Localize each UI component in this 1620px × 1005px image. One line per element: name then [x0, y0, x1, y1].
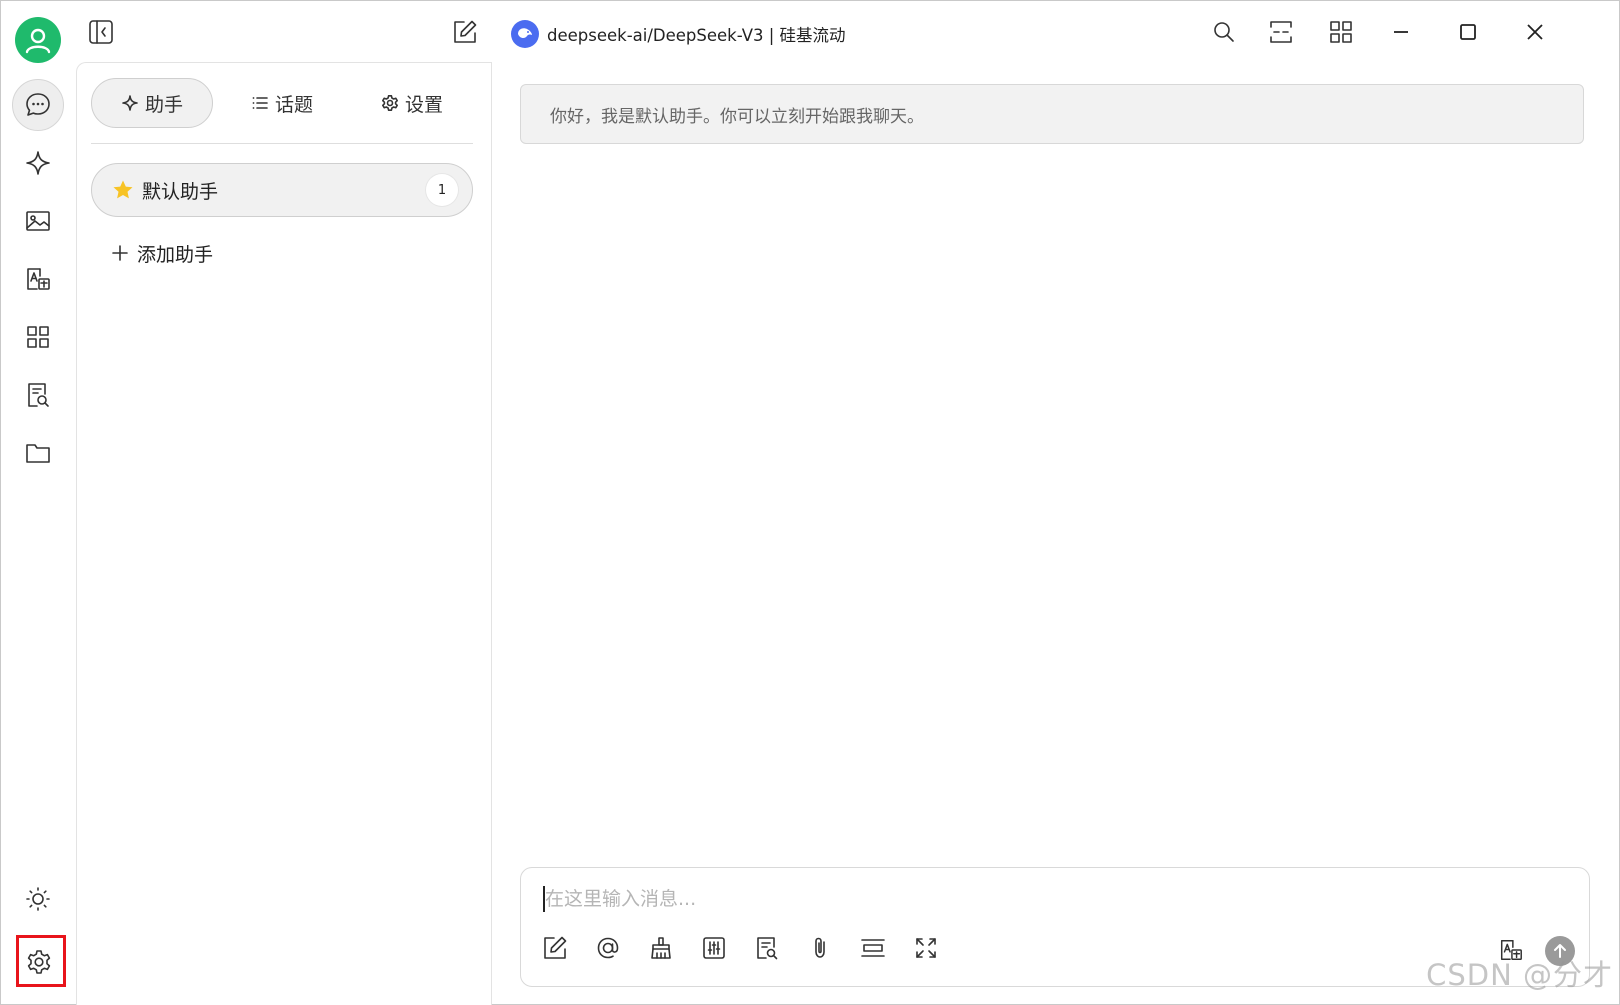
new-topic-tool-button[interactable]: [539, 932, 571, 964]
knowledge-icon: [757, 937, 778, 960]
text-caret: [543, 886, 545, 912]
welcome-message: 你好，我是默认助手。你可以立刻开始跟我聊天。: [520, 84, 1584, 144]
close-icon: [1527, 24, 1543, 40]
theme-sun-icon: [26, 887, 50, 911]
broom-icon: [651, 937, 671, 959]
title-bar: deepseek-ai/DeepSeek-V3 | 硅基流动: [76, 1, 1619, 62]
sparkle-icon: [122, 95, 138, 111]
apps-icon: [27, 326, 49, 348]
edit-icon: [454, 20, 477, 43]
mini-apps-button[interactable]: [1326, 17, 1356, 47]
sparkle-icon: [26, 151, 50, 175]
list-icon: [252, 97, 268, 109]
nav-knowledge[interactable]: [12, 369, 64, 421]
search-button[interactable]: [1209, 17, 1239, 47]
tab-topics-label: 话题: [274, 93, 313, 116]
chat-area: 你好，我是默认助手。你可以立刻开始跟我聊天。: [491, 62, 1619, 1004]
sliders-icon: [703, 937, 725, 959]
expand-icon: [916, 938, 936, 958]
assistant-panel: 助手 话题 设置 默认助手 1 添加助手: [76, 62, 492, 1005]
maximize-icon: [1460, 24, 1476, 40]
chat-icon: [26, 93, 50, 116]
maximize-button[interactable]: [1453, 17, 1483, 47]
new-topic-button[interactable]: [450, 17, 480, 47]
clear-context-button[interactable]: [645, 932, 677, 964]
panel-tabs: 助手 话题 设置: [91, 78, 473, 130]
user-avatar[interactable]: [15, 17, 61, 63]
star-icon: [113, 180, 133, 199]
knowledge-base-button[interactable]: [751, 932, 783, 964]
user-icon: [25, 28, 51, 54]
tab-assistants[interactable]: 助手: [91, 78, 213, 128]
gear-icon: [381, 95, 398, 111]
tab-divider: [91, 143, 473, 144]
align-icon: [861, 939, 885, 957]
tab-topics[interactable]: 话题: [221, 78, 343, 128]
tab-assistants-label: 助手: [144, 93, 183, 116]
minimize-icon: [1394, 31, 1408, 33]
narrow-mode-button[interactable]: [1266, 17, 1296, 47]
assistant-name: 默认助手: [142, 180, 219, 203]
nav-files[interactable]: [12, 427, 64, 479]
knowledge-icon: [28, 383, 49, 407]
theme-toggle-button[interactable]: [12, 873, 64, 925]
message-input[interactable]: [543, 884, 1447, 914]
tab-settings-label: 设置: [404, 93, 443, 116]
close-button[interactable]: [1520, 17, 1550, 47]
model-title-label: deepseek-ai/DeepSeek-V3 | 硅基流动: [547, 26, 846, 45]
model-selector[interactable]: deepseek-ai/DeepSeek-V3 | 硅基流动: [511, 19, 846, 49]
sidebar-collapse-icon: [89, 20, 113, 44]
collapse-sidebar-button[interactable]: [86, 17, 116, 47]
welcome-text: 你好，我是默认助手。你可以立刻开始跟我聊天。: [550, 106, 924, 127]
nav-agents[interactable]: [12, 137, 64, 189]
minimize-button[interactable]: [1386, 17, 1416, 47]
app-window: deepseek-ai/DeepSeek-V3 | 硅基流动 助手 话题 设置 …: [0, 0, 1620, 1005]
at-icon: [597, 937, 619, 959]
edit-icon: [544, 936, 567, 959]
grid-icon: [1330, 21, 1352, 43]
parameters-button[interactable]: [698, 932, 730, 964]
csdn-watermark: CSDN @分才: [1426, 958, 1613, 992]
tab-settings[interactable]: 设置: [351, 78, 473, 128]
deepseek-logo-icon: [511, 20, 539, 48]
input-toolbar: [539, 932, 942, 964]
nav-chat[interactable]: [12, 79, 64, 131]
nav-rail: [1, 1, 76, 1004]
image-icon: [26, 211, 50, 231]
message-style-button[interactable]: [857, 932, 889, 964]
nav-paintings[interactable]: [12, 195, 64, 247]
attach-file-button[interactable]: [804, 932, 836, 964]
nav-apps[interactable]: [12, 311, 64, 363]
paperclip-icon: [815, 937, 825, 958]
mention-model-button[interactable]: [592, 932, 624, 964]
search-icon: [1214, 22, 1234, 42]
expand-input-button[interactable]: [910, 932, 942, 964]
add-assistant-label: 添加助手: [137, 243, 214, 266]
settings-highlight-box: [16, 935, 66, 987]
translate-icon: [27, 268, 50, 290]
assistant-item-default[interactable]: 默认助手 1: [91, 163, 473, 217]
add-assistant-button[interactable]: 添加助手: [111, 233, 213, 273]
topic-count-badge: 1: [426, 174, 458, 206]
folder-icon: [26, 444, 50, 463]
plus-icon: [112, 245, 128, 261]
nav-translate[interactable]: [12, 253, 64, 305]
narrow-mode-icon: [1270, 21, 1292, 43]
